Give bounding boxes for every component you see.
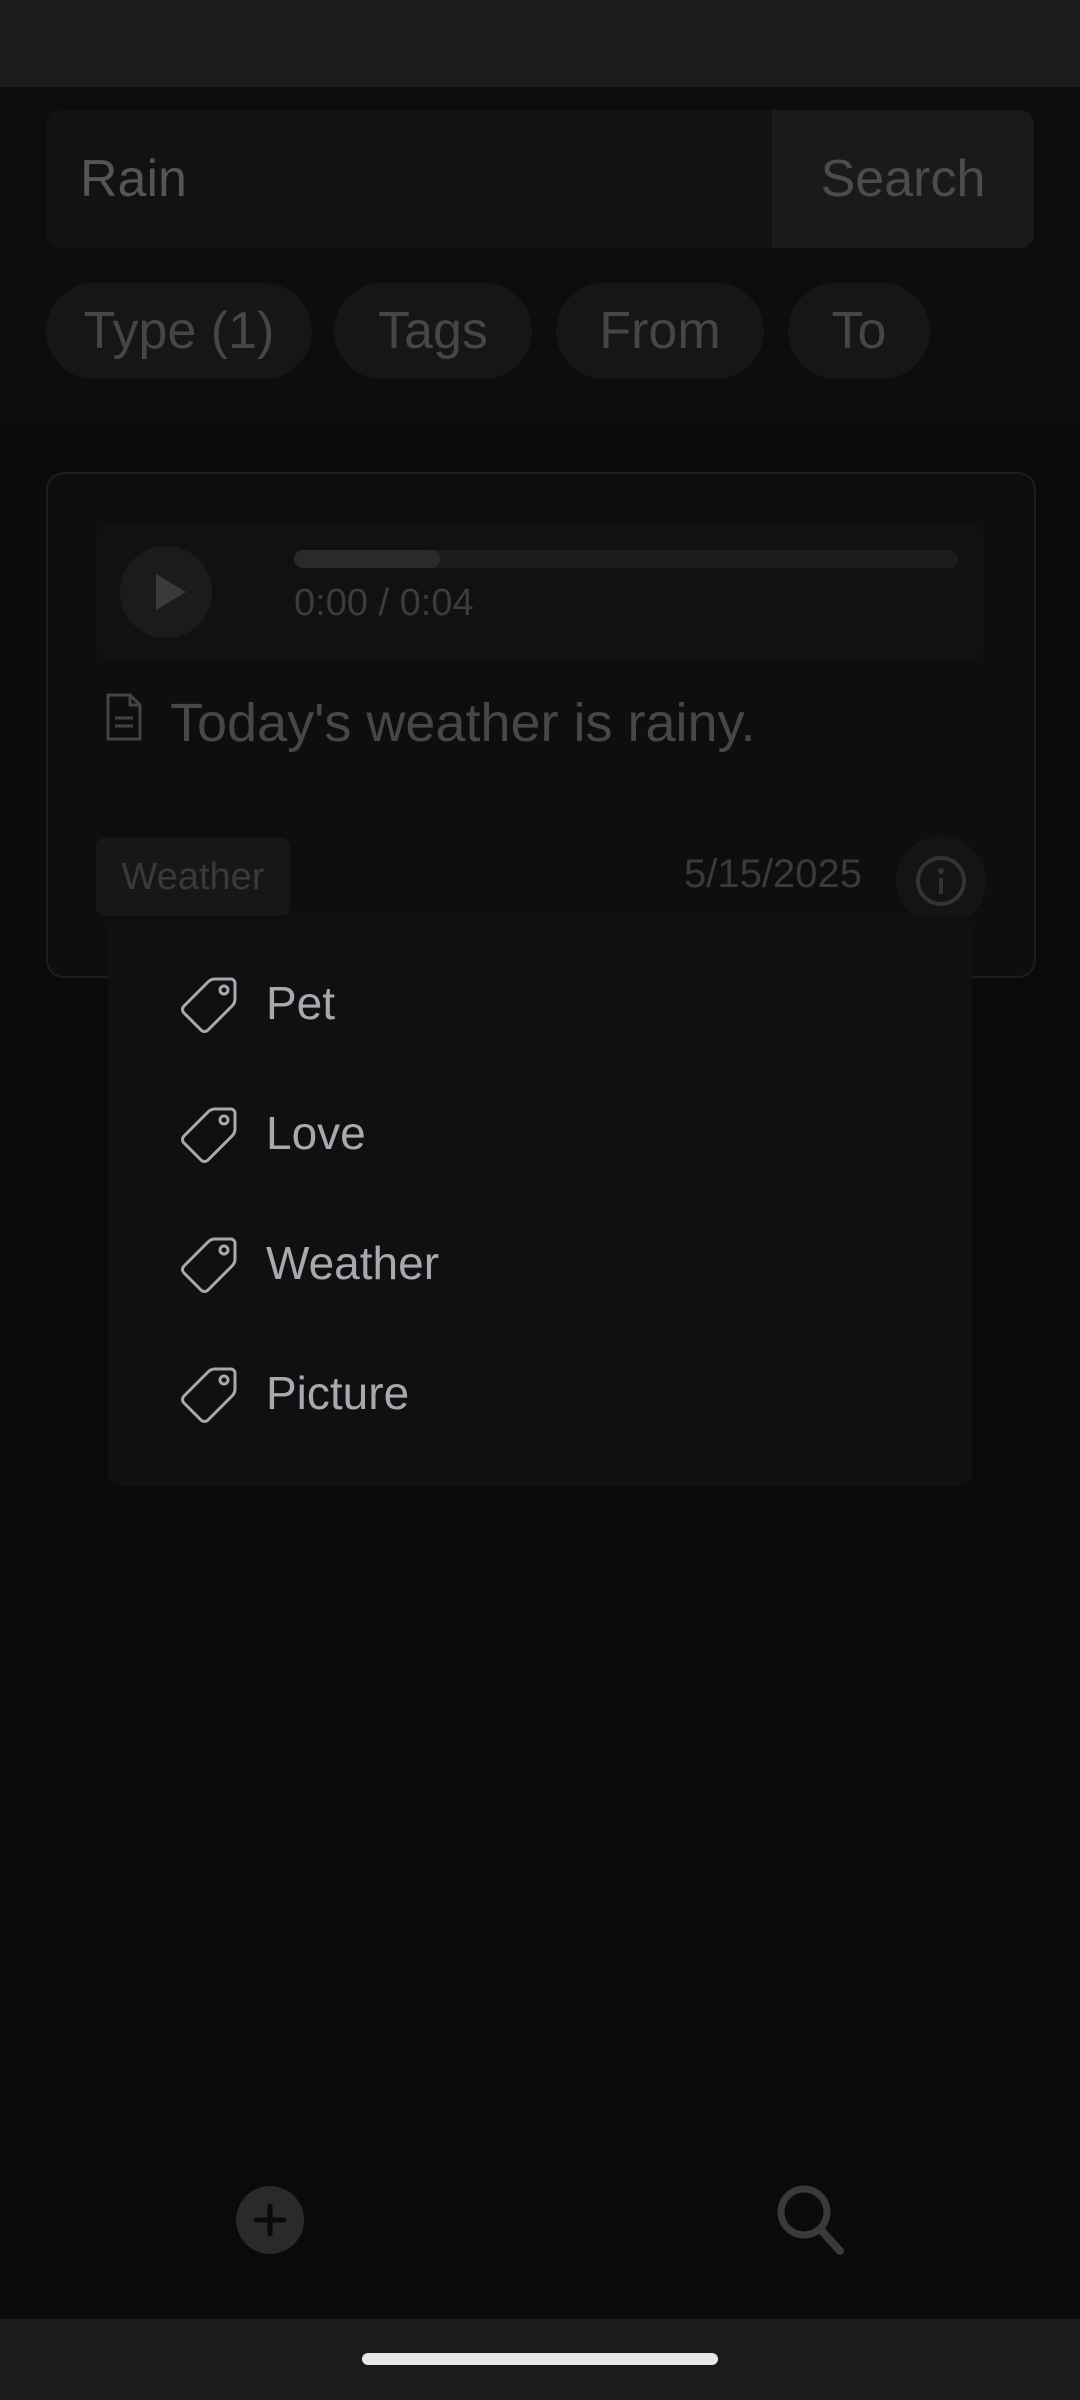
filter-chip-tags[interactable]: Tags <box>334 283 532 379</box>
app-screen: Rain Search Type (1) Tags From To 0:00 /… <box>0 0 1080 2400</box>
tag-menu-item-pet[interactable]: Pet <box>108 938 972 1068</box>
search-bar: Rain Search <box>46 110 1034 248</box>
search-icon <box>777 2185 844 2255</box>
tag-menu-label: Weather <box>266 1237 440 1289</box>
recording-card[interactable]: 0:00 / 0:04 Today's weather is rainy. We… <box>46 472 1036 978</box>
tag-menu-item-weather[interactable]: Weather <box>108 1198 972 1328</box>
add-recording-button[interactable] <box>236 2186 304 2254</box>
info-button[interactable] <box>896 836 986 926</box>
transcript-text: Today's weather is rainy. <box>170 693 756 753</box>
tag-menu-item-love[interactable]: Love <box>108 1068 972 1198</box>
plus-circle-icon <box>253 2203 287 2237</box>
tag-icon <box>181 1237 237 1293</box>
document-icon <box>106 693 142 741</box>
audio-time: 0:00 / 0:04 <box>294 582 474 624</box>
filter-chip-from[interactable]: From <box>556 283 764 379</box>
recording-date: 5/15/2025 <box>684 852 862 896</box>
info-icon <box>916 856 966 906</box>
status-bar <box>0 0 1080 87</box>
audio-progress-bar[interactable] <box>294 550 958 568</box>
bottom-search-button[interactable] <box>774 2182 846 2263</box>
play-icon <box>156 574 186 610</box>
tag-menu-label: Love <box>266 1107 366 1159</box>
filter-chip-type[interactable]: Type (1) <box>46 283 312 379</box>
audio-progress-fill <box>294 550 441 568</box>
tag-icon <box>181 1367 237 1423</box>
filter-chip-to[interactable]: To <box>788 283 930 379</box>
tag-dropdown-menu: Pet Love Weather Picture <box>108 918 972 1486</box>
tag-menu-item-picture[interactable]: Picture <box>108 1328 972 1458</box>
home-indicator[interactable] <box>362 2353 718 2365</box>
tag-icon <box>181 1107 237 1163</box>
system-navigation-bar <box>0 2319 1080 2400</box>
search-input[interactable]: Rain <box>80 110 187 248</box>
audio-player: 0:00 / 0:04 <box>96 524 984 660</box>
tag-icon <box>181 977 237 1033</box>
search-button[interactable]: Search <box>772 110 1034 248</box>
tag-menu-label: Picture <box>266 1367 410 1419</box>
tag-badge: Weather <box>96 838 290 916</box>
tag-menu-label: Pet <box>266 977 336 1029</box>
play-button[interactable] <box>120 546 212 638</box>
